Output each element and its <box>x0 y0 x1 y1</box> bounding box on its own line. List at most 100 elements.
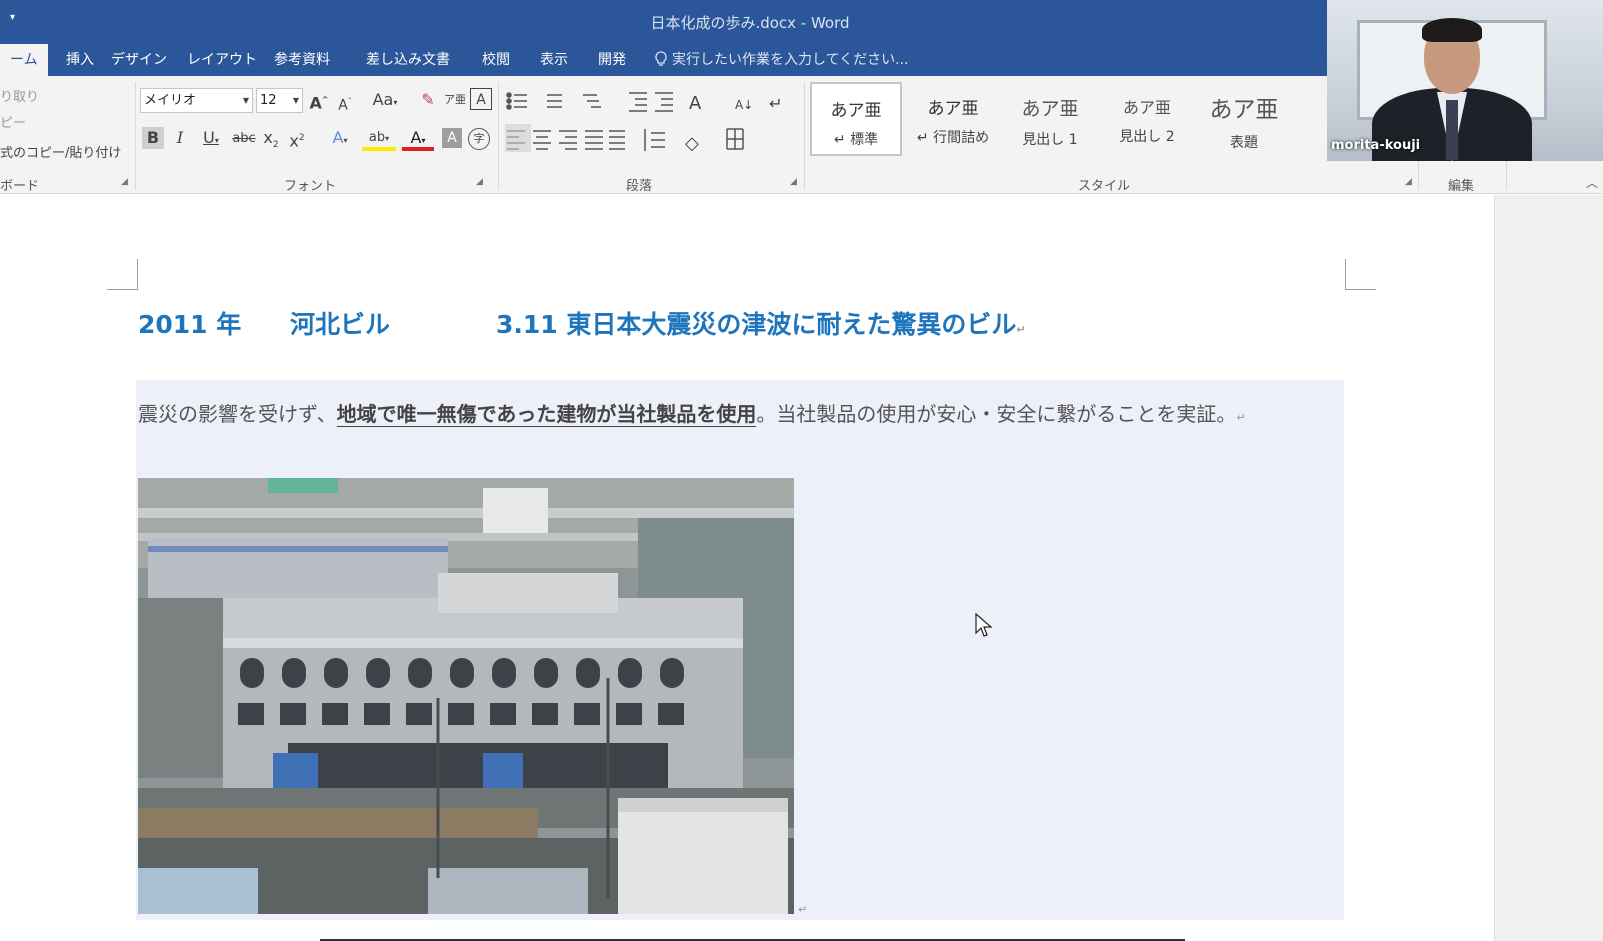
styles-gallery: あア亜 ↵ 標準 あア亜 ↵ 行間詰め あア亜 見出し 1 あア亜 見出し 2 … <box>810 82 1310 160</box>
sort-button[interactable] <box>735 87 757 111</box>
align-left-button[interactable] <box>505 124 531 152</box>
style-no-spacing[interactable]: あア亜 ↵ 行間詰め <box>907 82 999 156</box>
tab-references[interactable]: 参考資料 <box>264 44 340 76</box>
styles-launcher-icon[interactable]: ◢ <box>1405 177 1412 187</box>
style-heading-2[interactable]: あア亜 見出し 2 <box>1101 82 1193 156</box>
style-title[interactable]: あア亜 表題 <box>1198 82 1290 156</box>
paragraph-group-label: 段落 <box>626 179 653 194</box>
change-case-button[interactable]: Aa▾ <box>368 89 402 114</box>
tell-me-box[interactable]: 実行したい作業を入力してください... <box>654 44 909 76</box>
paragraph-mark: ↵ <box>1016 323 1026 336</box>
line-spacing-icon[interactable] <box>645 125 673 149</box>
lightbulb-icon <box>655 51 667 66</box>
tab-mailings[interactable]: 差し込み文書 <box>356 44 460 76</box>
chevron-down-icon: ▼ <box>292 96 299 105</box>
heading-building[interactable]: 河北ビル <box>290 305 390 341</box>
style-sample: あア亜 <box>1122 98 1171 117</box>
font-color-icon[interactable]: A▾ <box>402 127 434 151</box>
shading-icon[interactable] <box>685 125 713 149</box>
character-shading-icon[interactable]: A <box>442 128 462 148</box>
participant-hair <box>1422 18 1482 42</box>
text-effects-icon[interactable]: A▾ <box>325 127 355 152</box>
grow-font-icon[interactable]: A^ <box>308 89 330 114</box>
font-size-value: 12 <box>260 93 277 108</box>
heading-year[interactable]: 2011 年 <box>138 305 241 341</box>
paragraph-text-end: 。当社製品の使用が安心・安全に繋がることを実証。 <box>756 402 1237 426</box>
font-name-combo[interactable]: メイリオ ▼ <box>140 88 253 113</box>
crop-mark-left <box>107 259 138 290</box>
styles-group-label: スタイル <box>1078 179 1131 194</box>
paragraph-launcher-icon[interactable]: ◢ <box>790 177 797 187</box>
italic-icon[interactable]: I <box>170 127 190 149</box>
style-normal[interactable]: あア亜 ↵ 標準 <box>810 82 902 156</box>
participant-name: morita-kouji <box>1331 138 1421 153</box>
mouse-cursor-icon <box>975 613 993 637</box>
style-heading-1[interactable]: あア亜 見出し 1 <box>1004 82 1096 156</box>
bold-icon[interactable]: B <box>142 127 164 149</box>
group-divider <box>135 82 136 190</box>
window-title: 日本化成の歩み.docx - Word <box>650 14 850 32</box>
enclosed-character-icon[interactable]: 字 <box>468 128 490 150</box>
character-border-icon[interactable]: A <box>470 88 492 110</box>
phonetic-guide-icon[interactable]: ア亜 <box>444 89 466 111</box>
numbering-button[interactable] <box>545 87 571 111</box>
tab-review[interactable]: 校閲 <box>472 44 520 76</box>
highlight-color-icon[interactable]: ab▾ <box>362 127 396 151</box>
font-launcher-icon[interactable]: ◢ <box>476 177 483 187</box>
subscript-icon[interactable]: x2 <box>260 127 282 156</box>
format-painter-button[interactable]: 式のコピー/貼り付け <box>0 142 121 161</box>
style-name: 見出し 2 <box>1119 129 1175 145</box>
body-paragraph[interactable]: 震災の影響を受けず、地域で唯一無傷であった建物が当社製品を使用。当社製品の使用が… <box>138 398 1246 427</box>
bullets-button[interactable] <box>505 87 531 111</box>
tab-insert[interactable]: 挿入 <box>56 44 104 76</box>
crop-mark-right <box>1345 259 1376 290</box>
tab-layout[interactable]: レイアウト <box>177 44 267 76</box>
font-group-label: フォント <box>284 179 337 194</box>
group-divider <box>804 82 805 190</box>
paragraph-text-start: 震災の影響を受けず、 <box>138 402 337 426</box>
tab-developer[interactable]: 開発 <box>588 44 636 76</box>
style-name: ↵ 標準 <box>833 132 879 148</box>
underline-icon[interactable]: U▾ <box>196 127 226 152</box>
borders-icon[interactable] <box>725 125 755 149</box>
style-name: 見出し 1 <box>1022 132 1078 148</box>
style-sample: あア亜 <box>830 101 882 121</box>
clipboard-group-label: ボード <box>0 179 40 194</box>
group-divider <box>498 82 499 190</box>
increase-indent-button[interactable] <box>655 87 677 111</box>
style-name: ↵ 行間詰め <box>916 130 990 146</box>
editing-group-label: 編集 <box>1448 179 1475 194</box>
style-sample: あア亜 <box>1209 97 1279 123</box>
text-direction-button[interactable] <box>689 87 719 111</box>
decrease-indent-button[interactable] <box>629 87 651 111</box>
tab-view[interactable]: 表示 <box>530 44 578 76</box>
shrink-font-icon[interactable]: Aˇ <box>334 91 356 117</box>
paragraph-emphasis: 地域で唯一無傷であった建物が当社製品を使用 <box>336 402 757 427</box>
video-overlay: morita-kouji <box>1327 0 1603 161</box>
vertical-scrollbar[interactable] <box>1494 195 1603 941</box>
style-sample: あア亜 <box>927 99 979 119</box>
superscript-icon[interactable]: x2 <box>286 127 308 152</box>
tab-design[interactable]: デザイン <box>101 44 177 76</box>
font-size-combo[interactable]: 12 ▼ <box>256 88 303 113</box>
participant-tie <box>1446 100 1458 160</box>
collapse-ribbon-icon[interactable]: ︿ <box>1586 174 1598 191</box>
font-name-value: メイリオ <box>144 93 197 108</box>
tell-me-placeholder: 実行したい作業を入力してください... <box>672 52 909 68</box>
style-sample: あア亜 <box>1021 98 1079 120</box>
strikethrough-icon[interactable]: abc <box>232 128 256 150</box>
tab-home[interactable]: ーム <box>0 44 48 76</box>
cut-button[interactable]: り取り <box>0 86 39 105</box>
change-case-label: Aa <box>372 90 394 109</box>
show-marks-button[interactable] <box>769 87 791 111</box>
heading-event-text: 3.11 東日本大震災の津波に耐えた驚異のビル <box>496 310 1017 339</box>
building-photo-art <box>138 478 794 914</box>
clipboard-launcher-icon[interactable]: ◢ <box>121 177 128 187</box>
building-photo[interactable] <box>138 478 794 914</box>
paragraph-mark: ↵ <box>1236 411 1246 424</box>
clear-formatting-icon[interactable]: ✎ <box>418 89 438 111</box>
heading-event[interactable]: 3.11 東日本大震災の津波に耐えた驚異のビル↵ <box>496 305 1026 341</box>
style-name: 表題 <box>1230 135 1258 151</box>
multilevel-list-button[interactable] <box>583 87 609 111</box>
copy-button[interactable]: ピー <box>0 112 26 131</box>
